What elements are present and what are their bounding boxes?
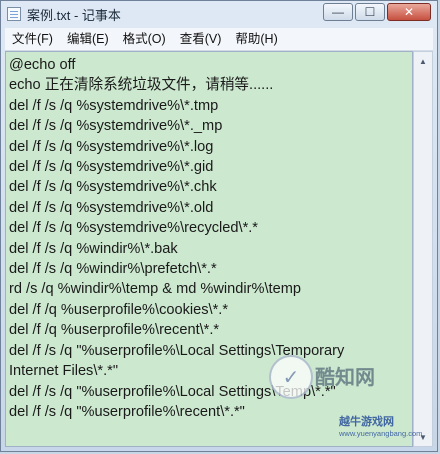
notepad-window: 案例.txt - 记事本 — ☐ ✕ 文件(F) 编辑(E) 格式(O) 查看(… [0, 0, 438, 452]
maximize-button[interactable]: ☐ [355, 3, 385, 21]
text-line: del /f /s /q %systemdrive%\*._mp [9, 118, 223, 135]
text-line: del /f /q %userprofile%\recent\*.* [9, 322, 220, 339]
vertical-scrollbar[interactable]: ▲ ▼ [413, 51, 433, 447]
minimize-button[interactable]: — [323, 3, 353, 21]
text-editor[interactable]: @echo off echo 正在清除系统垃圾文件，请稍等...... del … [5, 51, 413, 447]
text-line: Internet Files\*.*" [9, 363, 119, 380]
menu-view[interactable]: 查看(V) [173, 28, 229, 50]
text-line: del /f /s /q "%userprofile%\recent\*.*" [9, 403, 245, 420]
text-line: del /f /s /q %systemdrive%\*.old [9, 199, 214, 216]
text-line: del /f /s /q %systemdrive%\*.gid [9, 159, 214, 176]
menu-file[interactable]: 文件(F) [5, 28, 60, 50]
text-line: del /f /s /q "%userprofile%\Local Settin… [9, 342, 345, 359]
menu-bar: 文件(F) 编辑(E) 格式(O) 查看(V) 帮助(H) [5, 28, 433, 51]
text-line: del /f /q %userprofile%\cookies\*.* [9, 301, 229, 318]
notepad-app-icon [7, 7, 21, 21]
window-controls: — ☐ ✕ [323, 3, 431, 21]
window-title: 案例.txt - 记事本 [27, 7, 121, 23]
text-line: del /f /s /q %systemdrive%\recycled\*.* [9, 220, 258, 237]
text-line: echo 正在清除系统垃圾文件，请稍等...... [9, 77, 274, 94]
text-line: rd /s /q %windir%\temp & md %windir%\tem… [9, 281, 301, 298]
close-button[interactable]: ✕ [387, 3, 431, 21]
scroll-down-arrow-icon[interactable]: ▼ [414, 428, 432, 446]
text-line: del /f /s /q "%userprofile%\Local Settin… [9, 383, 336, 400]
menu-help[interactable]: 帮助(H) [228, 28, 284, 50]
text-line: del /f /s /q %systemdrive%\*.log [9, 138, 214, 155]
menu-edit[interactable]: 编辑(E) [60, 28, 116, 50]
text-line: del /f /s /q %windir%\*.bak [9, 240, 178, 257]
scroll-up-arrow-icon[interactable]: ▲ [414, 52, 432, 70]
title-bar[interactable]: 案例.txt - 记事本 — ☐ ✕ [1, 1, 437, 27]
text-line: del /f /s /q %systemdrive%\*.tmp [9, 97, 219, 114]
text-line: @echo off [9, 57, 76, 73]
menu-format[interactable]: 格式(O) [116, 28, 173, 50]
text-line: del /f /s /q %systemdrive%\*.chk [9, 179, 217, 196]
text-line: del /f /s /q %windir%\prefetch\*.* [9, 261, 217, 278]
